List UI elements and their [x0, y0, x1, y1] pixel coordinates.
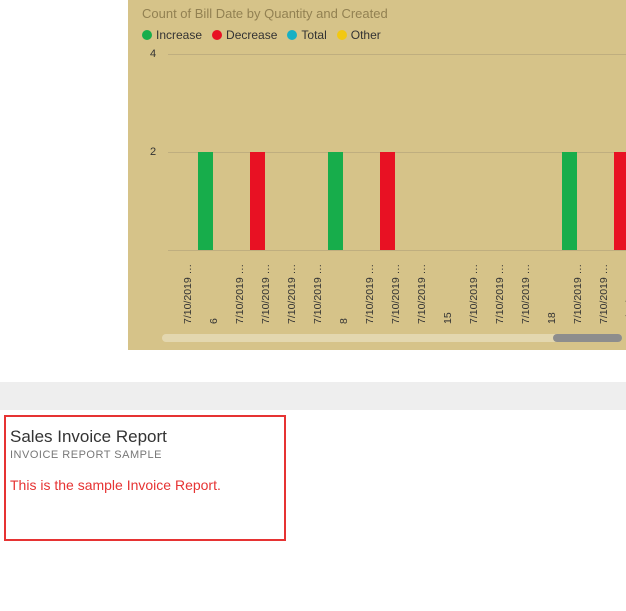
- chart-legend: Increase Decrease Total Other: [142, 28, 389, 42]
- legend-swatch-icon: [142, 30, 152, 40]
- chart-xaxis-labels: 7/10/2019 …67/10/2019 …7/10/2019 …7/10/2…: [168, 254, 626, 324]
- chart-container: Count of Bill Date by Quantity and Creat…: [128, 0, 626, 350]
- legend-label: Total: [301, 28, 326, 42]
- legend-label: Decrease: [226, 28, 277, 42]
- chart-title: Count of Bill Date by Quantity and Creat…: [142, 6, 388, 21]
- bar-increase[interactable]: [562, 152, 577, 250]
- legend-swatch-icon: [287, 30, 297, 40]
- yaxis-tick-label: 2: [150, 146, 156, 158]
- chart-plot: 24: [168, 54, 626, 250]
- gridline: [168, 54, 626, 55]
- report-subtitle: INVOICE REPORT SAMPLE: [10, 449, 276, 461]
- legend-increase[interactable]: Increase: [142, 28, 202, 42]
- yaxis-tick-label: 4: [150, 48, 156, 60]
- bar-decrease[interactable]: [380, 152, 395, 250]
- gridline: [168, 152, 626, 153]
- chart-scrollbar[interactable]: [162, 334, 622, 342]
- bar-decrease[interactable]: [614, 152, 626, 250]
- legend-total[interactable]: Total: [287, 28, 326, 42]
- bar-increase[interactable]: [198, 152, 213, 250]
- section-divider-band: [0, 382, 626, 410]
- legend-swatch-icon: [337, 30, 347, 40]
- gridline-baseline: [168, 250, 626, 251]
- legend-label: Other: [351, 28, 381, 42]
- legend-decrease[interactable]: Decrease: [212, 28, 277, 42]
- report-title: Sales Invoice Report: [10, 427, 276, 447]
- bar-increase[interactable]: [328, 152, 343, 250]
- legend-other[interactable]: Other: [337, 28, 381, 42]
- bar-decrease[interactable]: [250, 152, 265, 250]
- legend-label: Increase: [156, 28, 202, 42]
- chart-scroll-thumb[interactable]: [553, 334, 622, 342]
- report-tile[interactable]: Sales Invoice Report INVOICE REPORT SAMP…: [4, 415, 286, 541]
- report-body-text: This is the sample Invoice Report.: [10, 477, 276, 493]
- legend-swatch-icon: [212, 30, 222, 40]
